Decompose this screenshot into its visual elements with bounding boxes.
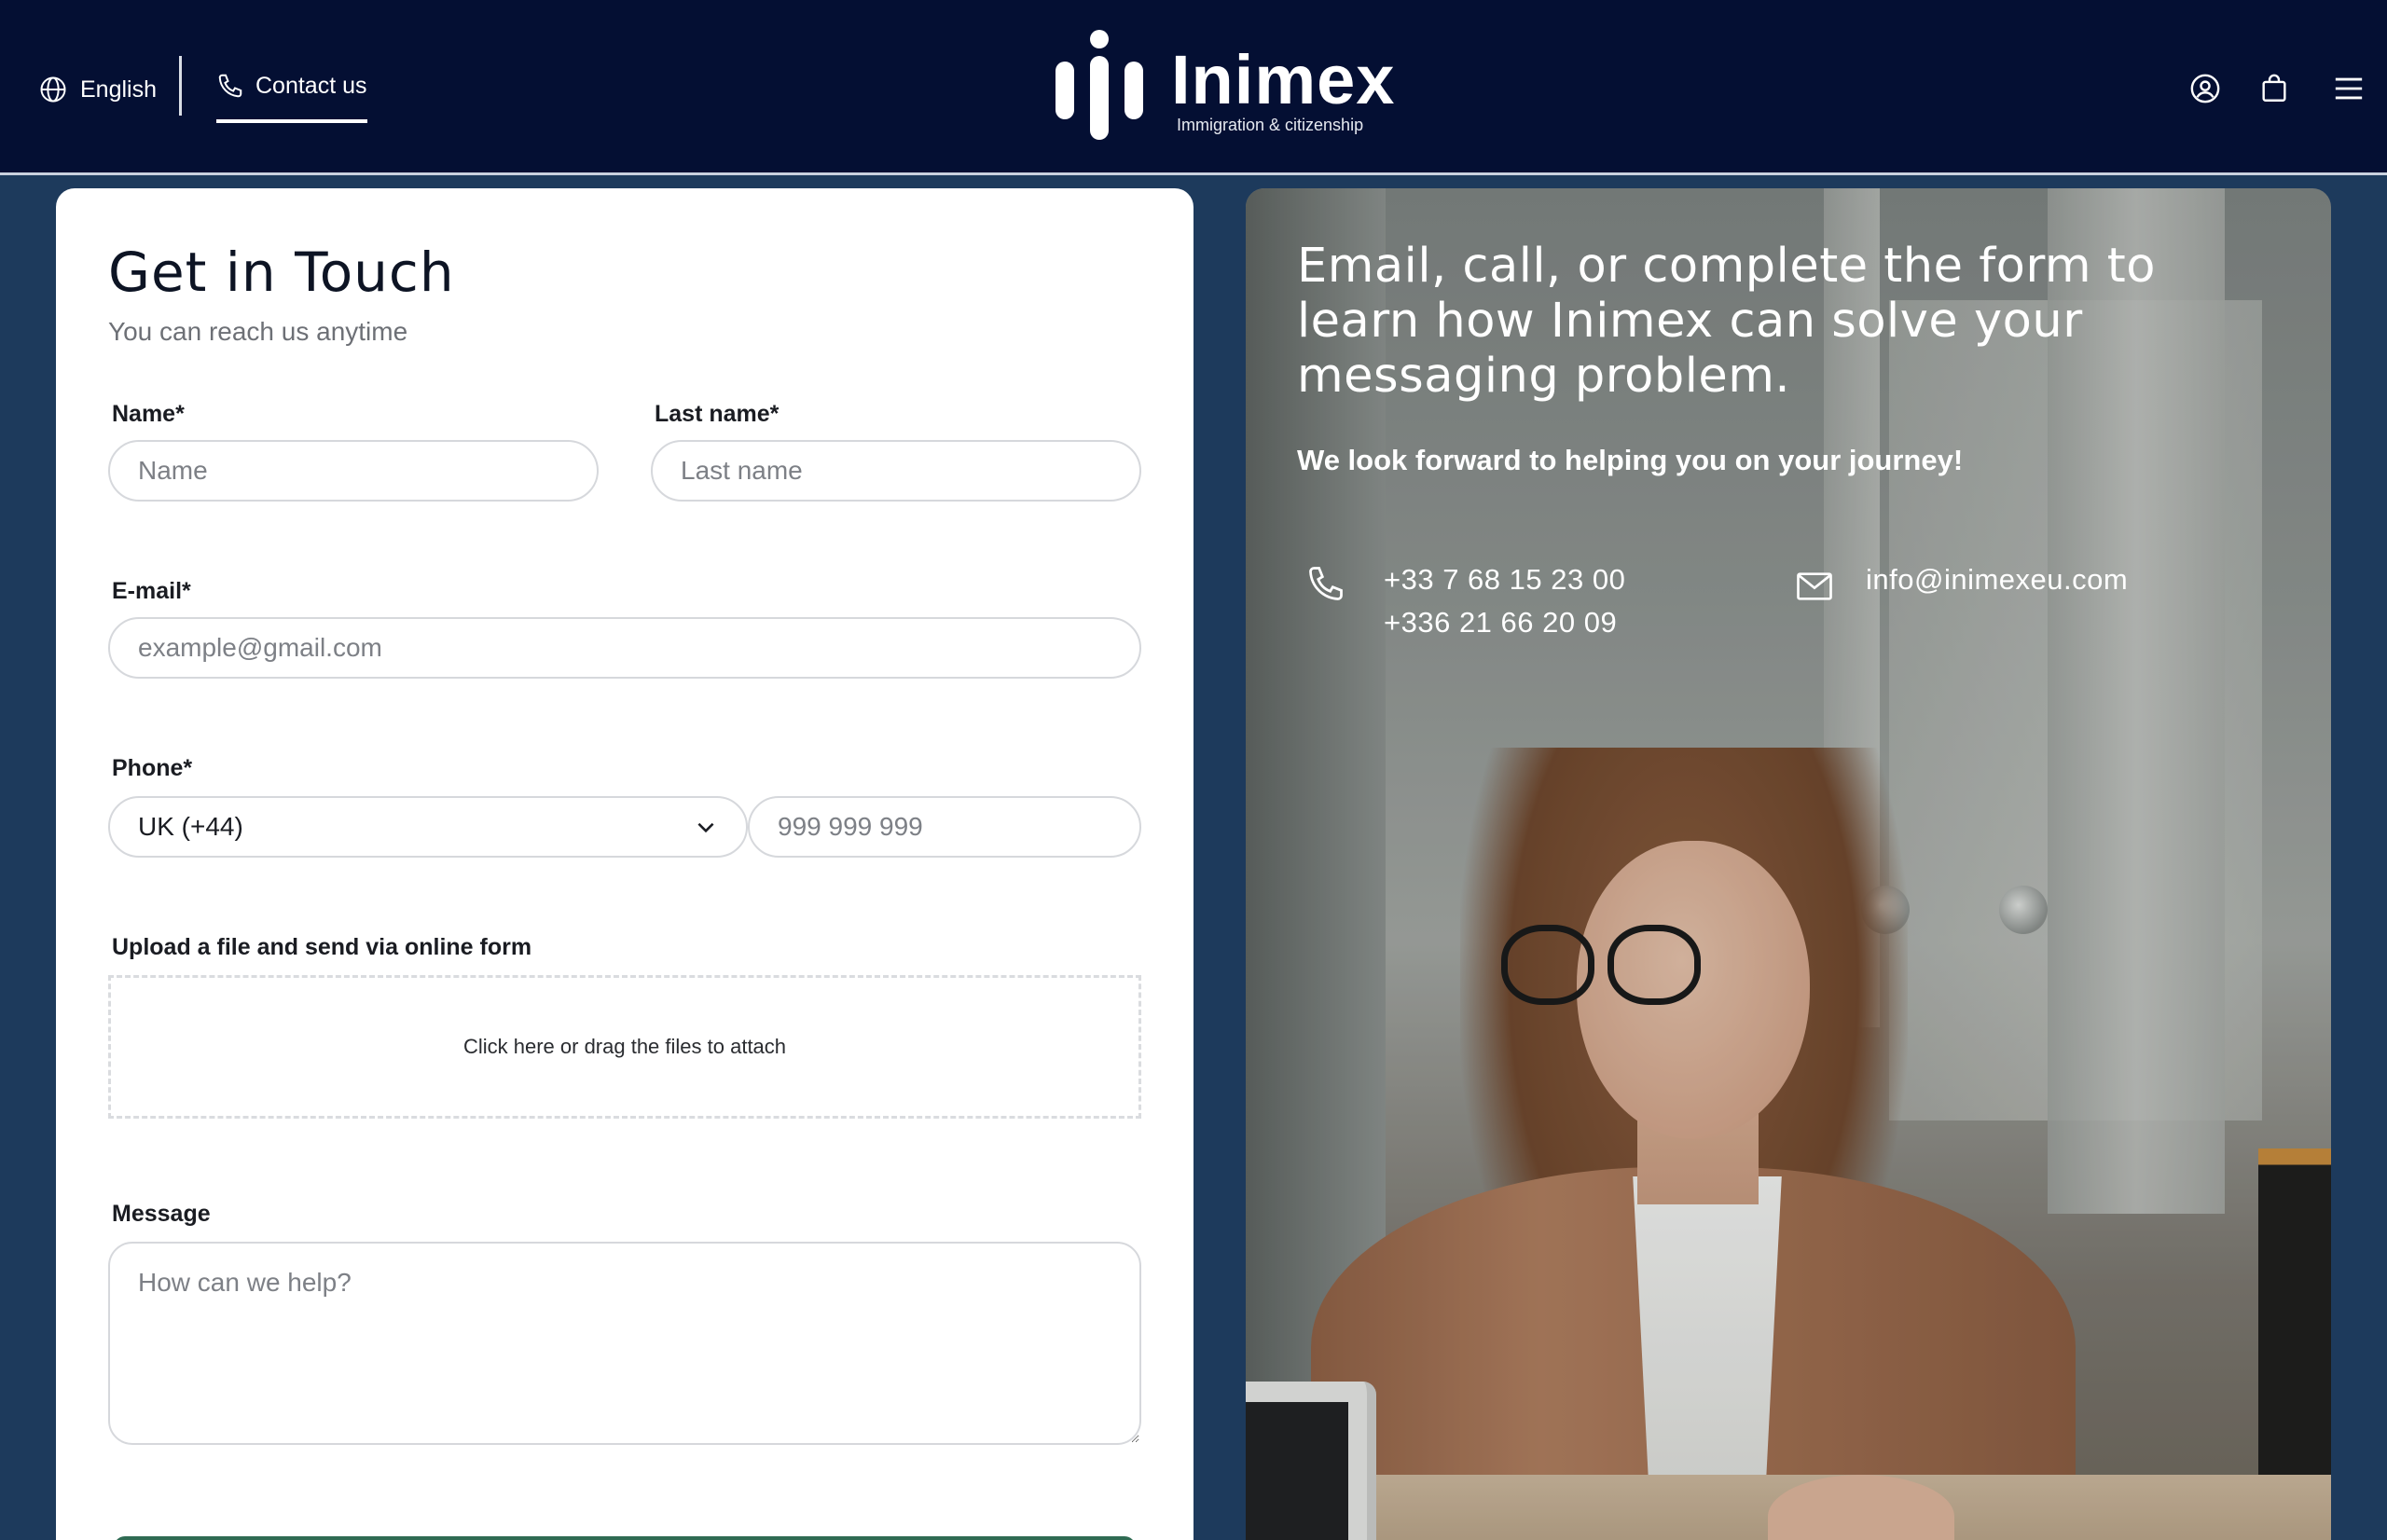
email-link[interactable]: info@inimexeu.com bbox=[1866, 563, 2128, 597]
mail-icon bbox=[1797, 572, 1832, 600]
info-subheading: We look forward to helping you on your j… bbox=[1297, 444, 1964, 476]
email-input[interactable] bbox=[108, 617, 1141, 679]
contact-form-card: Get in Touch You can reach us anytime Na… bbox=[56, 188, 1194, 1540]
phone-number-input[interactable] bbox=[748, 796, 1141, 858]
logo-wordmark: Inimex bbox=[1171, 41, 1396, 118]
inimex-logo[interactable]: Inimex Immigration & citizenship bbox=[1052, 30, 1394, 144]
phone-icon bbox=[1309, 567, 1343, 600]
info-heading: Email, call, or complete the form to lea… bbox=[1297, 239, 2157, 404]
phone-icon bbox=[218, 74, 242, 98]
user-circle-icon[interactable] bbox=[2189, 73, 2221, 104]
form-subtitle: You can reach us anytime bbox=[108, 317, 408, 346]
contact-us-link[interactable]: Contact us bbox=[216, 56, 367, 123]
form-title: Get in Touch bbox=[108, 241, 455, 304]
last-name-input[interactable] bbox=[651, 440, 1141, 502]
top-navigation-bar: English Contact us Inimex Immigration & … bbox=[0, 0, 2387, 175]
message-label: Message bbox=[112, 1201, 211, 1227]
shopping-bag-icon[interactable] bbox=[2258, 73, 2290, 104]
phone-number-2[interactable]: +336 21 66 20 09 bbox=[1384, 606, 1617, 639]
upload-label: Upload a file and send via online form bbox=[112, 934, 532, 960]
hamburger-menu-icon[interactable] bbox=[2333, 73, 2365, 104]
country-code-value: UK (+44) bbox=[138, 812, 243, 841]
phone-label: Phone* bbox=[112, 755, 193, 781]
file-dropzone[interactable]: Click here or drag the files to attach bbox=[108, 975, 1141, 1119]
chevron-down-icon bbox=[697, 822, 714, 833]
globe-icon bbox=[40, 76, 66, 103]
logo-mark-icon bbox=[1056, 30, 1143, 140]
info-panel: Email, call, or complete the form to lea… bbox=[1246, 188, 2331, 1540]
submit-button[interactable] bbox=[114, 1536, 1136, 1540]
email-label: E-mail* bbox=[112, 578, 191, 604]
country-code-select[interactable]: UK (+44) bbox=[108, 796, 748, 858]
last-name-label: Last name* bbox=[655, 401, 780, 427]
logo-tagline: Immigration & citizenship bbox=[1177, 116, 1364, 134]
language-selector[interactable]: English bbox=[39, 73, 157, 106]
name-input[interactable] bbox=[108, 440, 599, 502]
dropzone-text: Click here or drag the files to attach bbox=[462, 1035, 787, 1058]
phone-number-1[interactable]: +33 7 68 15 23 00 bbox=[1384, 563, 1625, 597]
contact-us-label: Contact us bbox=[255, 72, 367, 99]
message-textarea[interactable] bbox=[108, 1242, 1141, 1445]
language-label: English bbox=[80, 76, 157, 103]
header-divider bbox=[179, 56, 182, 116]
name-label: Name* bbox=[112, 401, 185, 427]
